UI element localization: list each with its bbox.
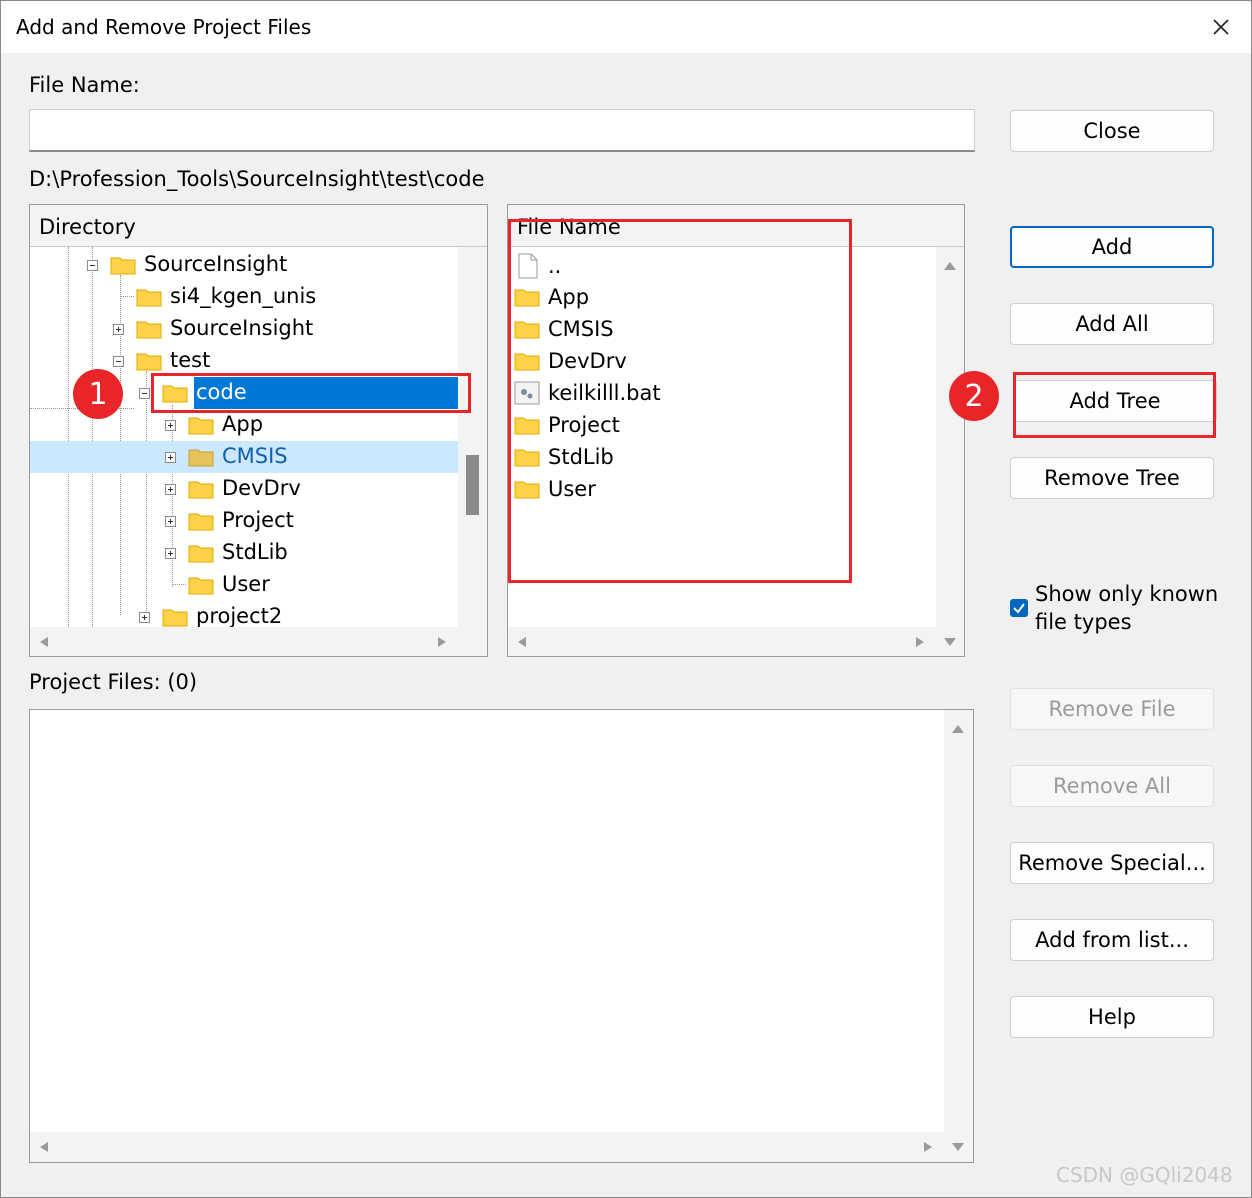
current-path: D:\Profession_Tools\SourceInsight\test\c…: [29, 167, 485, 191]
directory-header: Directory: [30, 205, 487, 247]
expand-toggle[interactable]: [165, 420, 176, 431]
add-remove-files-dialog: Add and Remove Project Files File Name: …: [0, 0, 1252, 1198]
watermark: CSDN @GQli2048: [1056, 1163, 1233, 1187]
vertical-scrollbar[interactable]: [458, 247, 487, 656]
scroll-down-icon[interactable]: [944, 637, 956, 647]
folder-icon: [188, 545, 214, 563]
folder-icon: [136, 353, 162, 371]
tree-item-test[interactable]: test: [170, 344, 210, 376]
vertical-scrollbar[interactable]: [944, 710, 973, 1162]
tree-item-cmsis[interactable]: CMSIS: [222, 440, 288, 472]
folder-icon: [162, 609, 188, 627]
tree-line: [172, 584, 186, 585]
collapse-toggle[interactable]: [113, 356, 124, 367]
remove-all-button[interactable]: Remove All: [1010, 765, 1214, 807]
folder-icon: [188, 449, 214, 467]
folder-icon: [188, 577, 214, 595]
scroll-left-icon[interactable]: [40, 1142, 50, 1152]
add-button[interactable]: Add: [1010, 226, 1214, 268]
remove-tree-button[interactable]: Remove Tree: [1010, 457, 1214, 499]
scroll-right-icon[interactable]: [436, 637, 446, 647]
expand-toggle[interactable]: [139, 612, 150, 623]
annotation-box-code: [151, 373, 471, 413]
tree-item-user[interactable]: User: [222, 568, 270, 600]
scroll-down-icon[interactable]: [952, 1142, 964, 1152]
tree-line: [120, 296, 134, 297]
scroll-left-icon[interactable]: [40, 637, 50, 647]
collapse-toggle[interactable]: [87, 260, 98, 271]
annotation-box-add-tree: [1013, 372, 1216, 438]
tree-line: [68, 247, 69, 631]
tree-line: [172, 405, 173, 587]
folder-icon: [188, 513, 214, 531]
file-name-input[interactable]: [29, 109, 975, 152]
tree-line: [146, 371, 147, 621]
expand-toggle[interactable]: [165, 516, 176, 527]
show-known-types-checkbox[interactable]: [1010, 599, 1028, 617]
scrollbar-thumb[interactable]: [466, 455, 479, 515]
annotation-badge-2: 2: [949, 371, 999, 421]
expand-toggle[interactable]: [165, 452, 176, 463]
horizontal-scrollbar[interactable]: [30, 627, 458, 656]
scroll-right-icon[interactable]: [914, 637, 924, 647]
project-files-list[interactable]: [29, 709, 974, 1163]
scroll-up-icon[interactable]: [944, 261, 956, 271]
annotation-badge-1: 1: [73, 369, 123, 419]
vertical-scrollbar[interactable]: [936, 247, 964, 656]
tree-item-devdrv[interactable]: DevDrv: [222, 472, 301, 504]
show-known-types-label: Show only known: [1035, 582, 1219, 606]
tree-item-project[interactable]: Project: [222, 504, 294, 536]
horizontal-scrollbar[interactable]: [30, 1132, 944, 1162]
help-button[interactable]: Help: [1010, 996, 1214, 1038]
scroll-left-icon[interactable]: [518, 637, 528, 647]
folder-icon: [188, 481, 214, 499]
directory-tree[interactable]: Directory SourceInsight si4_kgen_unis So…: [29, 204, 488, 657]
checkmark-icon: [1013, 603, 1025, 614]
remove-special-button[interactable]: Remove Special...: [1010, 842, 1214, 884]
folder-icon: [110, 257, 136, 275]
collapse-toggle[interactable]: [139, 388, 150, 399]
annotation-box-files: [508, 219, 852, 583]
tree-item-sourceinsight-child[interactable]: SourceInsight: [170, 312, 313, 344]
add-all-button[interactable]: Add All: [1010, 303, 1214, 345]
scroll-up-icon[interactable]: [952, 724, 964, 734]
expand-toggle[interactable]: [165, 548, 176, 559]
tree-item-sourceinsight[interactable]: SourceInsight: [144, 248, 287, 280]
file-name-label: File Name:: [29, 73, 140, 97]
remove-file-button[interactable]: Remove File: [1010, 688, 1214, 730]
tree-line: [92, 247, 93, 631]
project-files-label: Project Files: (0): [29, 670, 198, 694]
tree-item-si4-kgen-unis[interactable]: si4_kgen_unis: [170, 280, 316, 312]
close-button[interactable]: Close: [1010, 110, 1214, 152]
dialog-title: Add and Remove Project Files: [16, 15, 312, 39]
add-from-list-button[interactable]: Add from list...: [1010, 919, 1214, 961]
folder-icon: [136, 321, 162, 339]
expand-toggle[interactable]: [165, 484, 176, 495]
folder-icon: [188, 417, 214, 435]
close-window-icon[interactable]: [1201, 7, 1241, 47]
show-known-types-label-2: file types: [1035, 610, 1132, 634]
folder-icon: [136, 289, 162, 307]
expand-toggle[interactable]: [113, 324, 124, 335]
tree-item-stdlib[interactable]: StdLib: [222, 536, 288, 568]
title-bar: Add and Remove Project Files: [1, 1, 1251, 53]
scroll-right-icon[interactable]: [922, 1142, 932, 1152]
horizontal-scrollbar[interactable]: [508, 627, 936, 656]
